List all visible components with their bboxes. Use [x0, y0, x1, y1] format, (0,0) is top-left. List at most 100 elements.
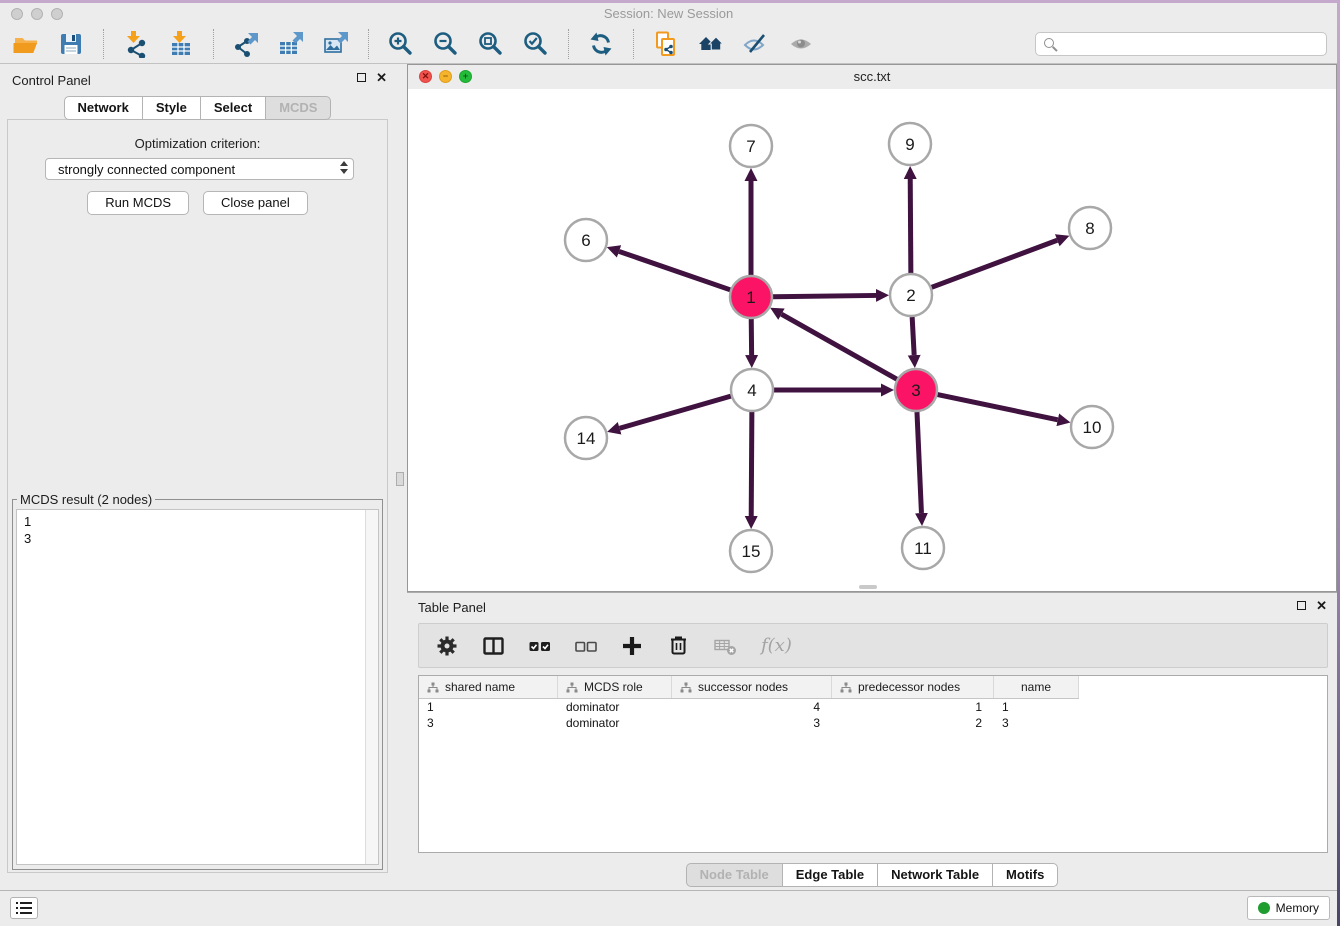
graph-node-1[interactable]: 1 — [730, 276, 772, 318]
column-header-shared-name[interactable]: shared name — [419, 676, 558, 698]
cell-name[interactable]: 1 — [994, 699, 1079, 715]
app-titlebar: Session: New Session — [0, 3, 1337, 25]
show-all-button[interactable] — [785, 28, 817, 60]
graph-node-label: 9 — [905, 135, 914, 154]
node-table-body: 1dominator4113dominator323 — [419, 699, 1327, 731]
export-table-button[interactable] — [275, 28, 307, 60]
toolbar-separator — [633, 29, 634, 59]
graph-edge-1-6[interactable] — [619, 251, 730, 289]
column-header-predecessor-nodes[interactable]: predecessor nodes — [832, 676, 994, 698]
control-panel-tab-style[interactable]: Style — [142, 96, 201, 120]
cell-predecessor-nodes[interactable]: 1 — [832, 699, 994, 715]
show-column-panel-button[interactable] — [482, 635, 505, 657]
network-canvas[interactable]: 7 9 6 8 1 2 4 3 14 10 15 11 — [408, 89, 1336, 591]
cell-mcds-role[interactable]: dominator — [558, 699, 672, 715]
graph-edge-2-3[interactable] — [912, 317, 914, 355]
select-stepper-icon — [340, 161, 348, 174]
cell-successor-nodes[interactable]: 4 — [672, 699, 832, 715]
graph-node-8[interactable]: 8 — [1069, 207, 1111, 249]
panel-splitter[interactable] — [395, 64, 407, 890]
table-panel-close-icon[interactable]: ✕ — [1316, 600, 1327, 611]
graph-node-10[interactable]: 10 — [1071, 406, 1113, 448]
table-toolbar: f(x) — [418, 623, 1328, 668]
import-network-button[interactable] — [120, 28, 152, 60]
network-hscrollbar[interactable] — [859, 585, 877, 589]
graph-node-7[interactable]: 7 — [730, 125, 772, 167]
graph-node-6[interactable]: 6 — [565, 219, 607, 261]
column-header-name[interactable]: name — [994, 676, 1079, 698]
graph-edge-4-14[interactable] — [620, 396, 731, 428]
mcds-result-text[interactable]: 13 — [16, 509, 379, 865]
graph-node-4[interactable]: 4 — [731, 369, 773, 411]
save-session-button[interactable] — [55, 28, 87, 60]
export-image-button[interactable] — [320, 28, 352, 60]
optimization-criterion-value: strongly connected component — [58, 162, 235, 177]
graph-node-2[interactable]: 2 — [890, 274, 932, 316]
graph-edge-2-9[interactable] — [910, 179, 911, 273]
hide-selected-button[interactable] — [740, 28, 772, 60]
graph-node-3[interactable]: 3 — [895, 369, 937, 411]
graph-edge-2-8[interactable] — [932, 240, 1058, 287]
close-panel-button[interactable]: Close panel — [203, 191, 308, 215]
mcds-result-line: 3 — [24, 530, 378, 547]
graph-node-label: 7 — [746, 137, 755, 156]
table-panel-float-icon[interactable] — [1297, 601, 1306, 610]
table-panel-tab-motifs[interactable]: Motifs — [992, 863, 1058, 887]
graph-edge-4-15[interactable] — [751, 412, 752, 516]
graph-node-14[interactable]: 14 — [565, 417, 607, 459]
control-panel-close-icon[interactable]: ✕ — [376, 72, 387, 83]
zoom-selected-button[interactable] — [520, 28, 552, 60]
cell-predecessor-nodes[interactable]: 2 — [832, 715, 994, 731]
zoom-fit-button[interactable] — [475, 28, 507, 60]
table-row[interactable]: 3dominator323 — [419, 715, 1327, 731]
refresh-button[interactable] — [585, 28, 617, 60]
table-settings-button[interactable] — [436, 635, 458, 657]
delete-column-button[interactable] — [667, 634, 690, 657]
duplicate-view-button[interactable] — [650, 28, 682, 60]
window-title: Session: New Session — [0, 6, 1337, 21]
home-button[interactable] — [695, 28, 727, 60]
result-scrollbar[interactable] — [365, 510, 378, 864]
column-header-successor-nodes[interactable]: successor nodes — [672, 676, 832, 698]
table-panel-tab-node-table[interactable]: Node Table — [686, 863, 783, 887]
node-table-header: shared nameMCDS rolesuccessor nodesprede… — [419, 676, 1079, 699]
graph-edge-3-11[interactable] — [917, 412, 921, 513]
graph-edge-1-2[interactable] — [773, 295, 876, 296]
control-panel-tab-mcds[interactable]: MCDS — [265, 96, 331, 120]
task-history-button[interactable] — [10, 897, 38, 919]
cell-successor-nodes[interactable]: 3 — [672, 715, 832, 731]
table-panel-tab-network-table[interactable]: Network Table — [877, 863, 993, 887]
run-mcds-button[interactable]: Run MCDS — [87, 191, 189, 215]
open-session-button[interactable] — [10, 28, 42, 60]
control-panel-tab-network[interactable]: Network — [64, 96, 143, 120]
network-window-title: scc.txt — [408, 69, 1336, 84]
import-table-button[interactable] — [165, 28, 197, 60]
graph-edge-3-1[interactable] — [781, 314, 896, 379]
cell-shared-name[interactable]: 3 — [419, 715, 558, 731]
table-panel-tab-edge-table[interactable]: Edge Table — [782, 863, 878, 887]
zoom-out-button[interactable] — [430, 28, 462, 60]
optimization-criterion-select[interactable]: strongly connected component — [45, 158, 354, 180]
column-header-mcds-role[interactable]: MCDS role — [558, 676, 672, 698]
select-all-columns-button[interactable] — [529, 635, 551, 657]
create-column-button[interactable] — [621, 635, 643, 657]
graph-node-11[interactable]: 11 — [902, 527, 944, 569]
cell-mcds-role[interactable]: dominator — [558, 715, 672, 731]
table-row[interactable]: 1dominator411 — [419, 699, 1327, 715]
plus-icon — [621, 635, 643, 657]
control-panel-float-icon[interactable] — [357, 73, 366, 82]
export-network-button[interactable] — [230, 28, 262, 60]
zoom-in-button[interactable] — [385, 28, 417, 60]
splitter-handle[interactable] — [396, 472, 404, 486]
cell-name[interactable]: 3 — [994, 715, 1079, 731]
graph-node-15[interactable]: 15 — [730, 530, 772, 572]
export-network-icon — [232, 30, 260, 58]
cell-shared-name[interactable]: 1 — [419, 699, 558, 715]
search-input[interactable] — [1035, 32, 1327, 56]
node-table[interactable]: shared nameMCDS rolesuccessor nodesprede… — [418, 675, 1328, 853]
deselect-all-columns-button[interactable] — [575, 635, 597, 657]
memory-button[interactable]: Memory — [1247, 896, 1330, 920]
control-panel-tab-select[interactable]: Select — [200, 96, 266, 120]
graph-edge-3-10[interactable] — [938, 395, 1058, 420]
graph-node-9[interactable]: 9 — [889, 123, 931, 165]
